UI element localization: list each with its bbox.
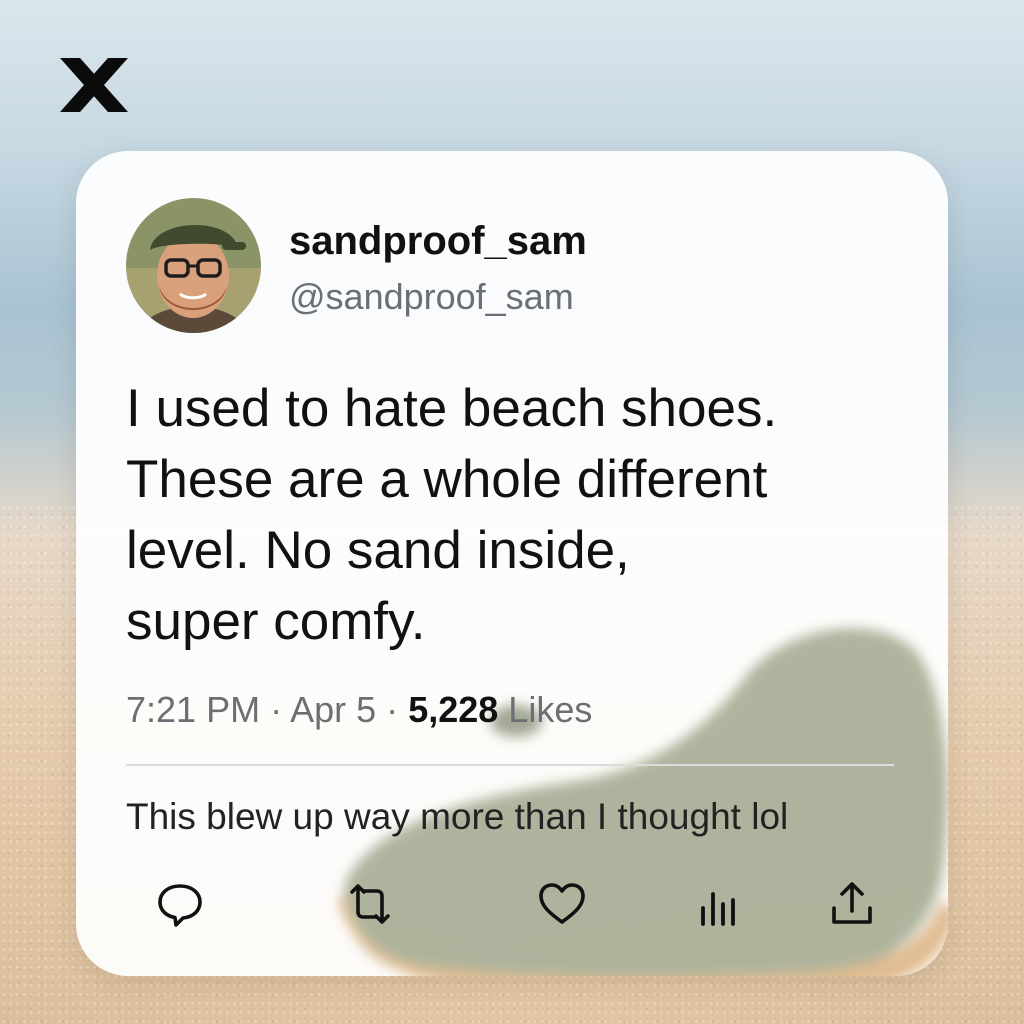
- meta-separator: ·: [270, 689, 283, 730]
- action-bar: [76, 878, 948, 936]
- meta-separator: ·: [386, 689, 399, 730]
- divider: [126, 764, 894, 766]
- post-card: sandproof_sam @sandproof_sam I used to h…: [76, 151, 948, 976]
- post-text-line: These are a whole different: [126, 450, 768, 509]
- avatar[interactable]: [126, 198, 261, 333]
- repost-icon[interactable]: [344, 878, 396, 930]
- x-logo-icon: [58, 56, 130, 114]
- share-icon[interactable]: [826, 878, 878, 930]
- analytics-icon[interactable]: [694, 878, 746, 930]
- post-text-line: super comfy.: [126, 592, 426, 651]
- post-time[interactable]: 7:21 PM: [126, 689, 260, 730]
- post-meta: 7:21 PM · Apr 5 · 5,228 Likes: [126, 689, 592, 731]
- post-text-line: I used to hate beach shoes.: [126, 379, 778, 438]
- reply-preview[interactable]: This blew up way more than I thought lol: [126, 796, 788, 838]
- post-date[interactable]: Apr 5: [290, 689, 376, 730]
- likes-label[interactable]: Likes: [508, 689, 592, 730]
- user-handle[interactable]: @sandproof_sam: [289, 276, 574, 318]
- heart-icon[interactable]: [536, 878, 588, 930]
- reply-icon[interactable]: [154, 878, 206, 930]
- display-name[interactable]: sandproof_sam: [289, 219, 587, 264]
- post-text: I used to hate beach shoes. These are a …: [126, 373, 906, 657]
- likes-count[interactable]: 5,228: [408, 689, 498, 730]
- post-text-line: level. No sand inside,: [126, 521, 630, 580]
